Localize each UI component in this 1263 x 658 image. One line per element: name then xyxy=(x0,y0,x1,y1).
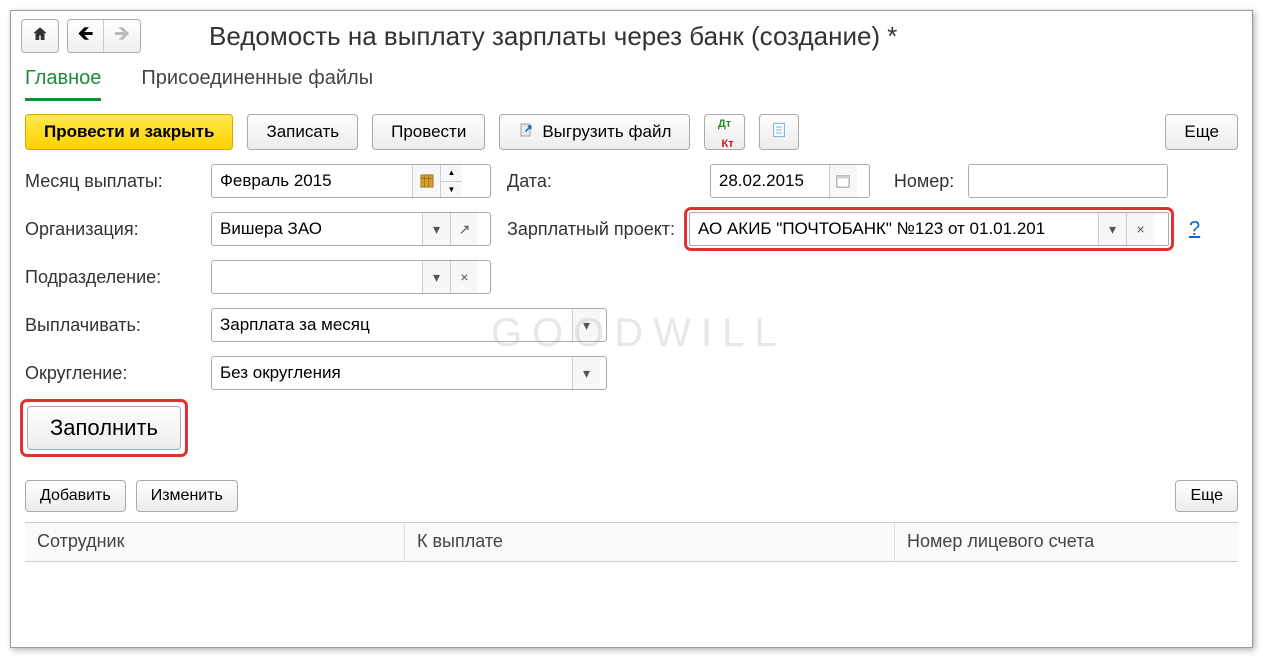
col-employee: Сотрудник xyxy=(25,523,405,561)
spinner-up[interactable]: ▲ xyxy=(441,165,462,182)
dt-kt-icon: Дт Кт xyxy=(715,112,733,152)
pay-field: ▾ xyxy=(211,308,607,342)
home-button[interactable] xyxy=(21,19,59,53)
tabs-bar: Главное Присоединенные файлы xyxy=(11,57,1252,102)
export-file-label: Выгрузить файл xyxy=(542,122,671,142)
project-label: Зарплатный проект: xyxy=(507,219,675,240)
toolbar: Провести и закрыть Записать Провести Выг… xyxy=(11,102,1252,160)
table-header: Сотрудник К выплате Номер лицевого счета xyxy=(25,522,1238,562)
table-more-button[interactable]: Еще xyxy=(1175,480,1238,512)
project-input[interactable] xyxy=(690,213,1098,245)
org-input[interactable] xyxy=(212,213,422,245)
forward-button[interactable]: 🡺 xyxy=(104,20,140,52)
dept-label: Подразделение: xyxy=(25,267,205,288)
dropdown-icon[interactable]: ▾ xyxy=(422,213,450,245)
month-spinner: ▲ ▼ xyxy=(440,165,462,197)
number-label: Номер: xyxy=(894,171,954,192)
report-button[interactable] xyxy=(759,114,799,150)
document-icon xyxy=(770,121,788,144)
open-icon[interactable]: ↗ xyxy=(450,213,478,245)
project-field: ▾ × xyxy=(689,212,1169,246)
spinner-down[interactable]: ▼ xyxy=(441,182,462,198)
more-label: Еще xyxy=(1184,122,1219,142)
form-area: Месяц выплаты: ▲ ▼ Дата: Номер: xyxy=(11,160,1252,470)
org-field: ▾ ↗ xyxy=(211,212,491,246)
dept-input[interactable] xyxy=(212,261,422,293)
document-window: 🡸 🡺 Ведомость на выплату зарплаты через … xyxy=(10,10,1253,648)
clear-icon[interactable]: × xyxy=(1126,213,1154,245)
fill-button[interactable]: Заполнить xyxy=(27,406,181,450)
month-field: ▲ ▼ xyxy=(211,164,491,198)
tab-main[interactable]: Главное xyxy=(25,63,101,101)
pay-input[interactable] xyxy=(212,309,572,341)
home-icon xyxy=(31,25,49,48)
col-account: Номер лицевого счета xyxy=(895,523,1238,561)
col-amount: К выплате xyxy=(405,523,895,561)
number-input[interactable] xyxy=(969,165,1167,197)
more-button[interactable]: Еще xyxy=(1165,114,1238,150)
date-label: Дата: xyxy=(507,171,552,192)
dropdown-icon[interactable]: ▾ xyxy=(422,261,450,293)
add-button[interactable]: Добавить xyxy=(25,480,126,512)
help-link[interactable]: ? xyxy=(1189,218,1200,241)
page-title: Ведомость на выплату зарплаты через банк… xyxy=(209,21,897,52)
header-bar: 🡸 🡺 Ведомость на выплату зарплаты через … xyxy=(11,11,1252,57)
edit-button[interactable]: Изменить xyxy=(136,480,238,512)
calendar-icon[interactable] xyxy=(412,165,440,197)
number-field xyxy=(968,164,1168,198)
round-input[interactable] xyxy=(212,357,572,389)
tab-attached-files[interactable]: Присоединенные файлы xyxy=(141,63,373,101)
dept-field: ▾ × xyxy=(211,260,491,294)
date-field xyxy=(710,164,870,198)
save-button[interactable]: Записать xyxy=(247,114,358,150)
dropdown-icon[interactable]: ▾ xyxy=(572,357,600,389)
dt-kt-button[interactable]: Дт Кт xyxy=(704,114,744,150)
month-input[interactable] xyxy=(212,165,412,197)
date-input[interactable] xyxy=(711,165,829,197)
dropdown-icon[interactable]: ▾ xyxy=(1098,213,1126,245)
nav-back-forward: 🡸 🡺 xyxy=(67,19,141,53)
table-toolbar: Добавить Изменить Еще xyxy=(11,470,1252,522)
clear-icon[interactable]: × xyxy=(450,261,478,293)
month-label: Месяц выплаты: xyxy=(25,171,205,192)
export-file-button[interactable]: Выгрузить файл xyxy=(499,114,690,150)
table-more-label: Еще xyxy=(1190,487,1223,505)
pay-label: Выплачивать: xyxy=(25,315,205,336)
export-icon xyxy=(518,121,536,144)
post-button[interactable]: Провести xyxy=(372,114,485,150)
round-label: Округление: xyxy=(25,363,205,384)
date-picker-icon[interactable] xyxy=(829,165,857,197)
dropdown-icon[interactable]: ▾ xyxy=(572,309,600,341)
back-button[interactable]: 🡸 xyxy=(68,20,104,52)
round-field: ▾ xyxy=(211,356,607,390)
org-label: Организация: xyxy=(25,219,205,240)
post-and-close-button[interactable]: Провести и закрыть xyxy=(25,114,233,150)
